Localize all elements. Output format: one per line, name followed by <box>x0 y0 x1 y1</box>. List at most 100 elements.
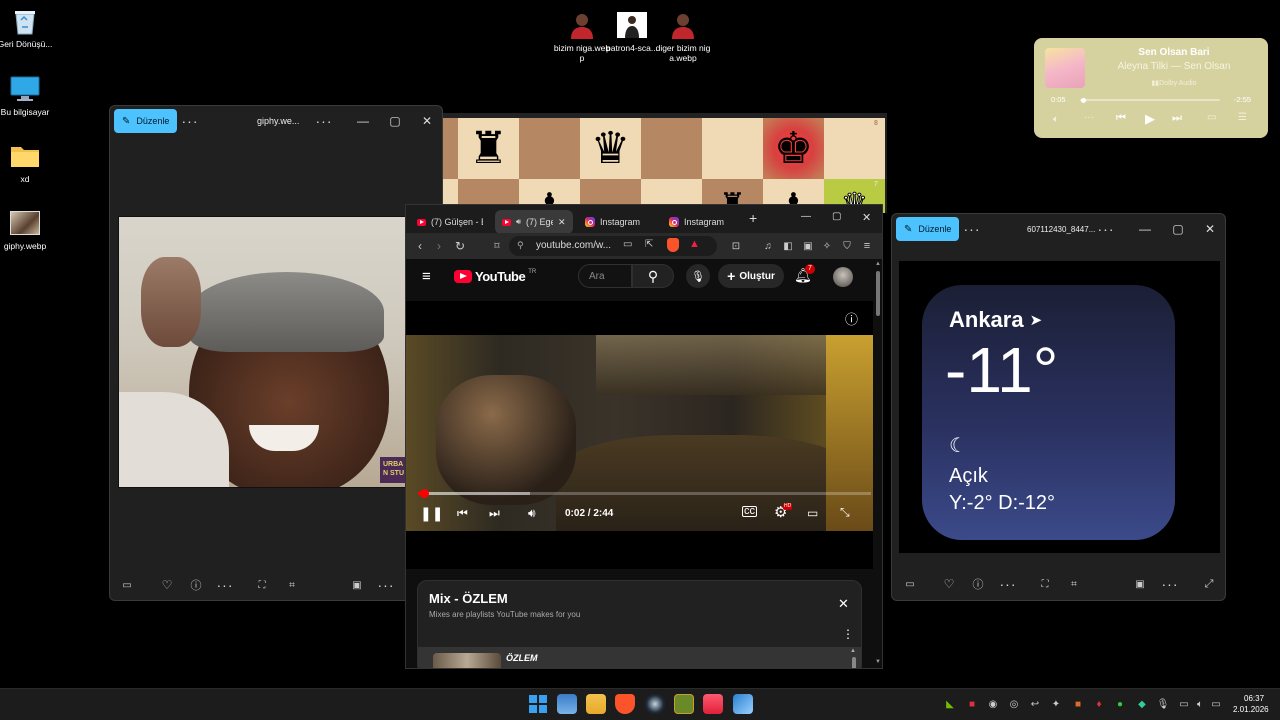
panel-icon[interactable]: ◧ <box>780 238 796 254</box>
info-button[interactable]: ⓘ <box>966 573 990 595</box>
youtube-logo[interactable]: YouTube TR <box>454 269 536 284</box>
expand-button[interactable]: ⤢ <box>1197 573 1221 595</box>
edit-button[interactable]: ✎ Düzenle <box>896 217 960 241</box>
zoom-fit-button[interactable]: ⛶ <box>250 574 274 596</box>
tray-app-icon[interactable]: ● <box>1114 698 1126 710</box>
site-info-icon[interactable]: ⚲ <box>517 240 524 251</box>
more-button[interactable]: ··· <box>374 574 398 596</box>
network-icon[interactable]: ▭ <box>1178 698 1190 710</box>
close-mix-button[interactable]: ✕ <box>838 596 849 612</box>
playlist-item[interactable]: ÖZLEM ▲ <box>418 647 861 668</box>
previous-button[interactable]: ⏮︎ <box>457 506 468 521</box>
steam-icon[interactable] <box>645 694 665 714</box>
widgets-icon[interactable] <box>557 694 577 714</box>
next-button[interactable]: ⏭︎ <box>489 506 500 521</box>
brave-rewards-icon[interactable]: ▲ <box>689 238 700 250</box>
more-button[interactable]: ··· <box>1158 573 1182 595</box>
more-icon[interactable]: ··· <box>1084 112 1094 123</box>
tray-app-icon[interactable]: ✦ <box>1050 698 1062 710</box>
desktop-icon-giphy[interactable]: giphy.webp <box>0 208 55 251</box>
minimize-button[interactable]: — <box>1133 219 1157 239</box>
browser-tab[interactable]: (7) Gülşen - Bi <box>410 210 494 234</box>
clock-time[interactable]: 06:37 <box>1244 694 1264 703</box>
new-tab-button[interactable]: + <box>749 210 757 226</box>
search-button[interactable]: ⚲ <box>632 264 674 288</box>
maximize-button[interactable]: ▢ <box>1166 219 1190 239</box>
zoom-fit-button[interactable]: ⛶ <box>1033 573 1057 595</box>
fullscreen-button[interactable]: ⤡ <box>840 505 850 520</box>
file-explorer-icon[interactable] <box>586 694 606 714</box>
title-more-button[interactable]: ··· <box>1094 219 1118 239</box>
game-icon[interactable] <box>674 694 694 714</box>
pause-button[interactable]: ❚❚ <box>420 505 443 522</box>
notifications-button[interactable]: 🔔︎ 7 <box>794 264 816 287</box>
tray-app-icon[interactable]: ■ <box>966 698 978 710</box>
volume-button[interactable]: 🔊︎ <box>528 506 536 521</box>
seek-thumb[interactable] <box>1081 97 1086 103</box>
address-bar[interactable]: ⚲ youtube.com/w... ▭ ⇱ ▲ <box>509 236 717 256</box>
microphone-icon[interactable]: 🎙︎ <box>1157 698 1170 710</box>
mix-more-button[interactable]: ⋮ <box>842 627 854 641</box>
filmstrip-button[interactable]: ▭ <box>115 574 139 596</box>
fullscreen-button[interactable]: ▣ <box>1128 573 1152 595</box>
previous-icon[interactable]: ⏮︎ <box>1116 112 1126 125</box>
close-button[interactable]: ✕ <box>1198 219 1222 239</box>
clock-date[interactable]: 2.01.2026 <box>1233 705 1269 714</box>
scroll-thumb[interactable] <box>876 271 880 316</box>
volume-icon[interactable]: 🔈︎ <box>1194 698 1206 710</box>
seek-bar[interactable] <box>1080 97 1220 103</box>
info-button[interactable]: ⓘ <box>184 574 208 596</box>
maximize-button[interactable]: ▢ <box>832 211 841 222</box>
desktop-icon-folder-xd[interactable]: xd <box>0 141 55 184</box>
wallet-icon[interactable]: ▣ <box>800 238 816 254</box>
chess-board[interactable]: ♜ ♛ ♚ ♟ ♜ ♟ ♛ 8 7 <box>443 118 885 213</box>
voice-search-button[interactable]: 🎙︎ <box>686 264 710 288</box>
crop-button[interactable]: ⌗ <box>280 574 304 596</box>
desktop-icon-recycle-bin[interactable]: Geri Dönüşü... <box>0 6 55 49</box>
hamburger-menu-icon[interactable]: ≡ <box>422 268 431 285</box>
music-icon[interactable]: ♫ <box>760 238 776 254</box>
filmstrip-button[interactable]: ▭ <box>898 573 922 595</box>
more-button[interactable]: ··· <box>996 573 1020 595</box>
vpn-icon[interactable]: ⛉ <box>839 238 855 254</box>
black-king-piece[interactable]: ♚ <box>763 118 824 179</box>
info-button[interactable]: ⓘ <box>845 309 858 328</box>
menu-icon[interactable]: ≡ <box>859 238 875 254</box>
tray-app-icon[interactable]: ↩ <box>1029 698 1041 710</box>
volume-icon[interactable]: 🔈︎ <box>1053 114 1059 125</box>
scrollbar[interactable]: ▲ ▼ <box>874 259 882 668</box>
scroll-down-arrow[interactable]: ▼ <box>875 659 881 665</box>
scroll-up-arrow[interactable]: ▲ <box>875 261 881 267</box>
brave-shield-icon[interactable] <box>667 238 679 252</box>
forward-icon[interactable]: › <box>431 238 447 254</box>
fullscreen-button[interactable]: ▣ <box>345 574 369 596</box>
close-button[interactable]: ✕ <box>862 211 871 224</box>
black-queen-piece[interactable]: ♛ <box>580 118 641 179</box>
progress-track[interactable] <box>418 489 871 498</box>
subtitles-button[interactable]: cc <box>742 506 757 517</box>
desktop-icon-diger-bizim-niga[interactable]: diger bizim niga.webp <box>653 10 713 63</box>
close-tab-icon[interactable]: ✕ <box>558 217 566 228</box>
playlist-scrollbar[interactable]: ▲ <box>850 647 858 668</box>
minimize-button[interactable]: — <box>801 211 811 222</box>
start-button[interactable] <box>528 694 548 714</box>
lyrics-icon[interactable]: ▭ <box>1207 112 1216 123</box>
desktop-icon-computer[interactable]: Bu bilgisayar <box>0 74 55 117</box>
title-more-button[interactable]: ··· <box>312 111 336 131</box>
music-app-icon[interactable] <box>703 694 723 714</box>
create-button[interactable]: + Oluştur <box>718 264 784 288</box>
leo-ai-icon[interactable]: ✧ <box>819 238 835 254</box>
more-button[interactable]: ··· <box>213 574 237 596</box>
edit-button[interactable]: ✎ Düzenle <box>114 109 178 133</box>
queue-icon[interactable]: ☰ <box>1238 112 1247 123</box>
more-options-button[interactable]: ··· <box>960 219 984 239</box>
close-button[interactable]: ✕ <box>415 111 439 131</box>
scrubber-thumb[interactable] <box>420 489 429 498</box>
avatar[interactable] <box>833 267 853 287</box>
search-input[interactable]: Ara <box>578 264 632 288</box>
browser-tab[interactable]: Instagram <box>662 210 740 234</box>
play-icon[interactable]: ▶︎ <box>1145 111 1155 127</box>
share-icon[interactable]: ⇱ <box>645 239 653 250</box>
tray-app-icon[interactable]: ■ <box>1072 698 1084 710</box>
tray-app-icon[interactable]: ◉ <box>987 698 999 710</box>
